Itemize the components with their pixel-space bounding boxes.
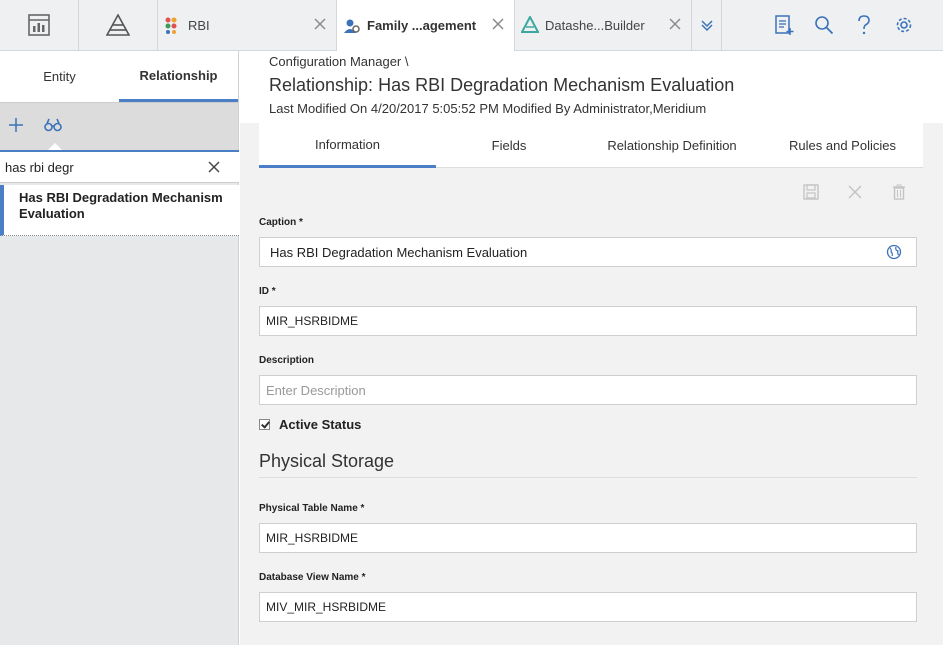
divider — [259, 477, 917, 478]
tab-relationship[interactable]: Relationship — [119, 51, 238, 102]
physical-table-value: MIR_HSRBIDME — [266, 531, 359, 545]
caption-label: Caption * — [259, 217, 303, 228]
settings-button[interactable] — [893, 14, 915, 36]
family-management-icon — [343, 17, 361, 35]
id-label: ID * — [259, 286, 276, 297]
search-button[interactable] — [813, 14, 835, 36]
active-status-label: Active Status — [279, 417, 362, 432]
page-header: Configuration Manager \ Relationship: Ha… — [240, 51, 943, 123]
search-box — [0, 150, 239, 183]
tab-information[interactable]: Information — [259, 123, 436, 168]
active-status-checkbox[interactable]: Active Status — [259, 417, 361, 432]
gear-icon — [896, 17, 912, 33]
database-view-value: MIV_MIR_HSRBIDME — [266, 600, 387, 614]
description-placeholder: Enter Description — [266, 382, 366, 398]
description-label: Description — [259, 355, 315, 366]
physical-table-field[interactable]: MIR_HSRBIDME — [259, 523, 917, 553]
description-field[interactable]: Enter Description — [259, 375, 917, 405]
binoculars-icon[interactable] — [44, 117, 62, 133]
top-bar: RBI Family ...agement Datashe...Builder — [0, 0, 943, 51]
globe-icon[interactable] — [886, 244, 902, 260]
tab-entity[interactable]: Entity — [0, 51, 119, 102]
tab-label: Datashe...Builder — [545, 17, 645, 33]
left-panel-tabs: Entity Relationship — [0, 51, 238, 102]
tab-rbi[interactable]: RBI — [158, 0, 337, 50]
database-view-field[interactable]: MIV_MIR_HSRBIDME — [259, 592, 917, 622]
page-title: Relationship: Has RBI Degradation Mechan… — [269, 75, 735, 95]
tab-family-management[interactable]: Family ...agement — [337, 0, 515, 51]
tab-rules-and-policies[interactable]: Rules and Policies — [762, 123, 923, 168]
list-item[interactable]: Has RBI Degradation Mechanism Evaluation — [0, 185, 239, 236]
rbi-dots-icon — [164, 16, 182, 34]
close-icon[interactable] — [207, 160, 221, 174]
asset-hierarchy-button[interactable] — [79, 0, 158, 50]
close-icon[interactable] — [312, 16, 328, 32]
main-content: Configuration Manager \ Relationship: Ha… — [240, 51, 943, 645]
section-title: Physical Storage — [259, 451, 395, 471]
left-panel-toolbar — [0, 102, 238, 152]
close-icon[interactable] — [847, 184, 863, 200]
tab-fields[interactable]: Fields — [436, 123, 582, 168]
last-modified-text: Last Modified On 4/20/2017 5:05:52 PM Mo… — [269, 101, 707, 116]
breadcrumb[interactable]: Configuration Manager \ — [269, 54, 408, 69]
save-icon[interactable] — [803, 184, 819, 200]
checkbox-checked-icon[interactable] — [259, 419, 270, 430]
datasheet-builder-icon — [521, 16, 539, 34]
question-mark-icon — [858, 15, 870, 35]
tab-label: RBI — [188, 17, 210, 33]
trash-icon[interactable] — [891, 184, 907, 200]
more-tabs-button[interactable] — [692, 0, 722, 50]
tab-datasheet-builder[interactable]: Datashe...Builder — [515, 0, 692, 50]
double-chevron-down-icon — [700, 20, 713, 32]
dashboard-button[interactable] — [0, 0, 79, 50]
search-input[interactable] — [0, 152, 190, 182]
document-add-icon — [775, 15, 794, 35]
pyramid-icon — [106, 14, 130, 36]
physical-table-label: Physical Table Name * — [259, 503, 365, 514]
close-icon[interactable] — [490, 16, 506, 32]
left-panel: Entity Relationship Has RBI Degradation … — [0, 51, 239, 645]
database-view-label: Database View Name * — [259, 572, 366, 583]
detail-tabs: Information Fields Relationship Definiti… — [259, 123, 923, 168]
plus-icon[interactable] — [8, 117, 24, 133]
help-button[interactable] — [853, 14, 875, 36]
tab-relationship-definition[interactable]: Relationship Definition — [582, 123, 762, 168]
id-field[interactable]: MIR_HSRBIDME — [259, 306, 917, 336]
new-document-button[interactable] — [773, 14, 795, 36]
dashboard-icon — [28, 14, 50, 36]
search-icon — [815, 16, 834, 35]
caption-value: Has RBI Degradation Mechanism Evaluation — [270, 244, 528, 260]
tab-label: Family ...agement — [367, 18, 477, 33]
close-icon[interactable] — [667, 16, 683, 32]
id-value: MIR_HSRBIDME — [266, 314, 359, 328]
caption-field[interactable]: Has RBI Degradation Mechanism Evaluation — [259, 237, 917, 267]
